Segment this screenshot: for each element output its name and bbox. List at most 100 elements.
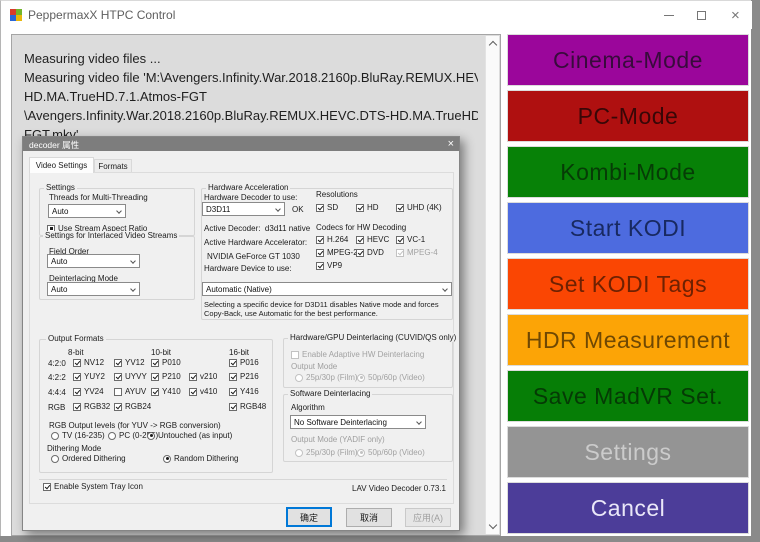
fmt-rgb24-checkbox[interactable] — [114, 403, 122, 411]
dither-title: Dithering Mode — [47, 444, 101, 453]
fmt-ayuv-item: AYUV — [114, 387, 146, 396]
cinema-mode-button[interactable]: Cinema-Mode — [507, 34, 749, 86]
fmt-yv24-checkbox[interactable] — [73, 388, 81, 396]
row-422: 4:2:2 — [48, 373, 66, 382]
fmt-v210-checkbox[interactable] — [189, 373, 197, 381]
maximize-icon — [697, 11, 706, 20]
window-title: PeppermaxX HTPC Control — [28, 8, 175, 22]
col-16bit: 16-bit — [229, 348, 249, 357]
fmt-y416-checkbox[interactable] — [229, 388, 237, 396]
fmt-p210-label: P210 — [162, 372, 181, 381]
codec-hevc-checkbox[interactable] — [356, 236, 364, 244]
fmt-yv24-label: YV24 — [84, 387, 104, 396]
dialog-cancel-button[interactable]: 取消 — [346, 508, 392, 527]
codec-h264-item: H.264 — [316, 235, 348, 244]
set-kodi-tags-button[interactable]: Set KODI Tags — [507, 258, 749, 310]
tab-formats[interactable]: Formats — [94, 159, 132, 172]
hw-device-dropdown[interactable]: Automatic (Native) — [202, 282, 452, 296]
scroll-up-icon[interactable] — [489, 41, 497, 49]
fmt-rgb48-checkbox[interactable] — [229, 403, 237, 411]
start-kodi-button[interactable]: Start KODI — [507, 202, 749, 254]
close-icon: × — [731, 8, 740, 23]
fmt-v410-label: v410 — [200, 387, 217, 396]
close-button[interactable]: × — [719, 1, 752, 29]
sw-film-radio — [295, 449, 303, 457]
app-icon — [10, 9, 22, 21]
threads-dropdown-value: Auto — [52, 207, 68, 216]
fmt-yuy2-label: YUY2 — [84, 372, 105, 381]
fmt-rgb32-checkbox[interactable] — [73, 403, 81, 411]
cancel-button[interactable]: Cancel — [507, 482, 749, 534]
codec-dvd-label: DVD — [367, 248, 384, 257]
ok-button[interactable]: 确定 — [286, 507, 332, 527]
settings-button[interactable]: Settings — [507, 426, 749, 478]
save-madvr-button[interactable]: Save MadVR Set. — [507, 370, 749, 422]
rgb-untouched-item: Untouched (as input) — [147, 431, 232, 440]
fmt-p016-item: P016 — [229, 358, 259, 367]
dither-random-radio[interactable] — [163, 455, 171, 463]
fmt-v210-item: v210 — [189, 372, 217, 381]
res-uhd-checkbox[interactable] — [396, 204, 404, 212]
codecs-title: Codecs for HW Decoding — [316, 223, 406, 232]
kombi-mode-button[interactable]: Kombi-Mode — [507, 146, 749, 198]
fmt-p010-checkbox[interactable] — [151, 359, 159, 367]
hdr-measurement-button[interactable]: HDR Measurement — [507, 314, 749, 366]
minimize-button[interactable] — [652, 1, 685, 29]
sw-deint-group-title: Software Deinterlacing — [288, 389, 372, 398]
codec-vc1-checkbox[interactable] — [396, 236, 404, 244]
hw-deint-group-title: Hardware/GPU Deinterlacing (CUVID/QS onl… — [288, 333, 458, 342]
fmt-y416-label: Y416 — [240, 387, 259, 396]
fmt-p210-checkbox[interactable] — [151, 373, 159, 381]
fmt-y410-checkbox[interactable] — [151, 388, 159, 396]
maximize-button[interactable] — [685, 1, 718, 29]
fmt-uyvy-checkbox[interactable] — [114, 373, 122, 381]
rgb-untouched-radio[interactable] — [147, 432, 155, 440]
hw-decoder-dropdown-value: D3D11 — [206, 205, 230, 214]
sw-video-radio — [357, 449, 365, 457]
fmt-yuy2-checkbox[interactable] — [73, 373, 81, 381]
tray-icon-checkbox[interactable] — [43, 483, 51, 491]
fmt-v410-checkbox[interactable] — [189, 388, 197, 396]
fmt-p016-checkbox[interactable] — [229, 359, 237, 367]
codec-mpeg2-checkbox[interactable] — [316, 249, 324, 257]
field-order-dropdown-value: Auto — [51, 257, 67, 266]
fmt-uyvy-label: UYVY — [125, 372, 147, 381]
fmt-ayuv-checkbox[interactable] — [114, 388, 122, 396]
res-sd-item: SD — [316, 203, 338, 212]
codec-dvd-checkbox[interactable] — [356, 249, 364, 257]
res-hd-checkbox[interactable] — [356, 204, 364, 212]
hw-accel-group-title: Hardware Acceleration — [206, 183, 290, 192]
decoder-properties-dialog: decoder 属性 × Video Settings Formats Sett… — [22, 136, 460, 531]
fmt-v210-label: v210 — [200, 372, 217, 381]
dither-ordered-radio[interactable] — [51, 455, 59, 463]
log-scrollbar[interactable] — [485, 36, 499, 534]
log-line: HD.MA.TrueHD.7.1.Atmos-FGT — [24, 87, 478, 106]
fmt-yv12-checkbox[interactable] — [114, 359, 122, 367]
deint-mode-dropdown[interactable]: Auto — [47, 282, 140, 296]
hw-decoder-dropdown[interactable]: D3D11 — [202, 202, 285, 216]
res-sd-label: SD — [327, 203, 338, 212]
codec-h264-checkbox[interactable] — [316, 236, 324, 244]
res-sd-checkbox[interactable] — [316, 204, 324, 212]
fmt-y410-label: Y410 — [162, 387, 181, 396]
sw-deint-dropdown[interactable]: No Software Deinterlacing — [290, 415, 426, 429]
rgb-tv-item: TV (16-235) — [51, 431, 105, 440]
rgb-pc-radio[interactable] — [108, 432, 116, 440]
scroll-down-icon[interactable] — [489, 521, 497, 529]
fmt-nv12-checkbox[interactable] — [73, 359, 81, 367]
fmt-p216-checkbox[interactable] — [229, 373, 237, 381]
fmt-yuy2-item: YUY2 — [73, 372, 105, 381]
fmt-rgb48-item: RGB48 — [229, 402, 266, 411]
rgb-tv-radio[interactable] — [51, 432, 59, 440]
codec-vc1-label: VC-1 — [407, 235, 425, 244]
field-order-dropdown[interactable]: Auto — [47, 254, 140, 268]
dither-ordered-label: Ordered Dithering — [62, 454, 126, 463]
codec-vp9-checkbox[interactable] — [316, 262, 324, 270]
chevron-down-icon — [116, 208, 122, 214]
hw-film-radio — [295, 374, 303, 382]
tab-video-settings[interactable]: Video Settings — [29, 157, 94, 173]
pc-mode-button[interactable]: PC-Mode — [507, 90, 749, 142]
chevron-down-icon — [130, 258, 136, 264]
dialog-close-icon[interactable]: × — [448, 137, 454, 151]
threads-dropdown[interactable]: Auto — [48, 204, 126, 218]
